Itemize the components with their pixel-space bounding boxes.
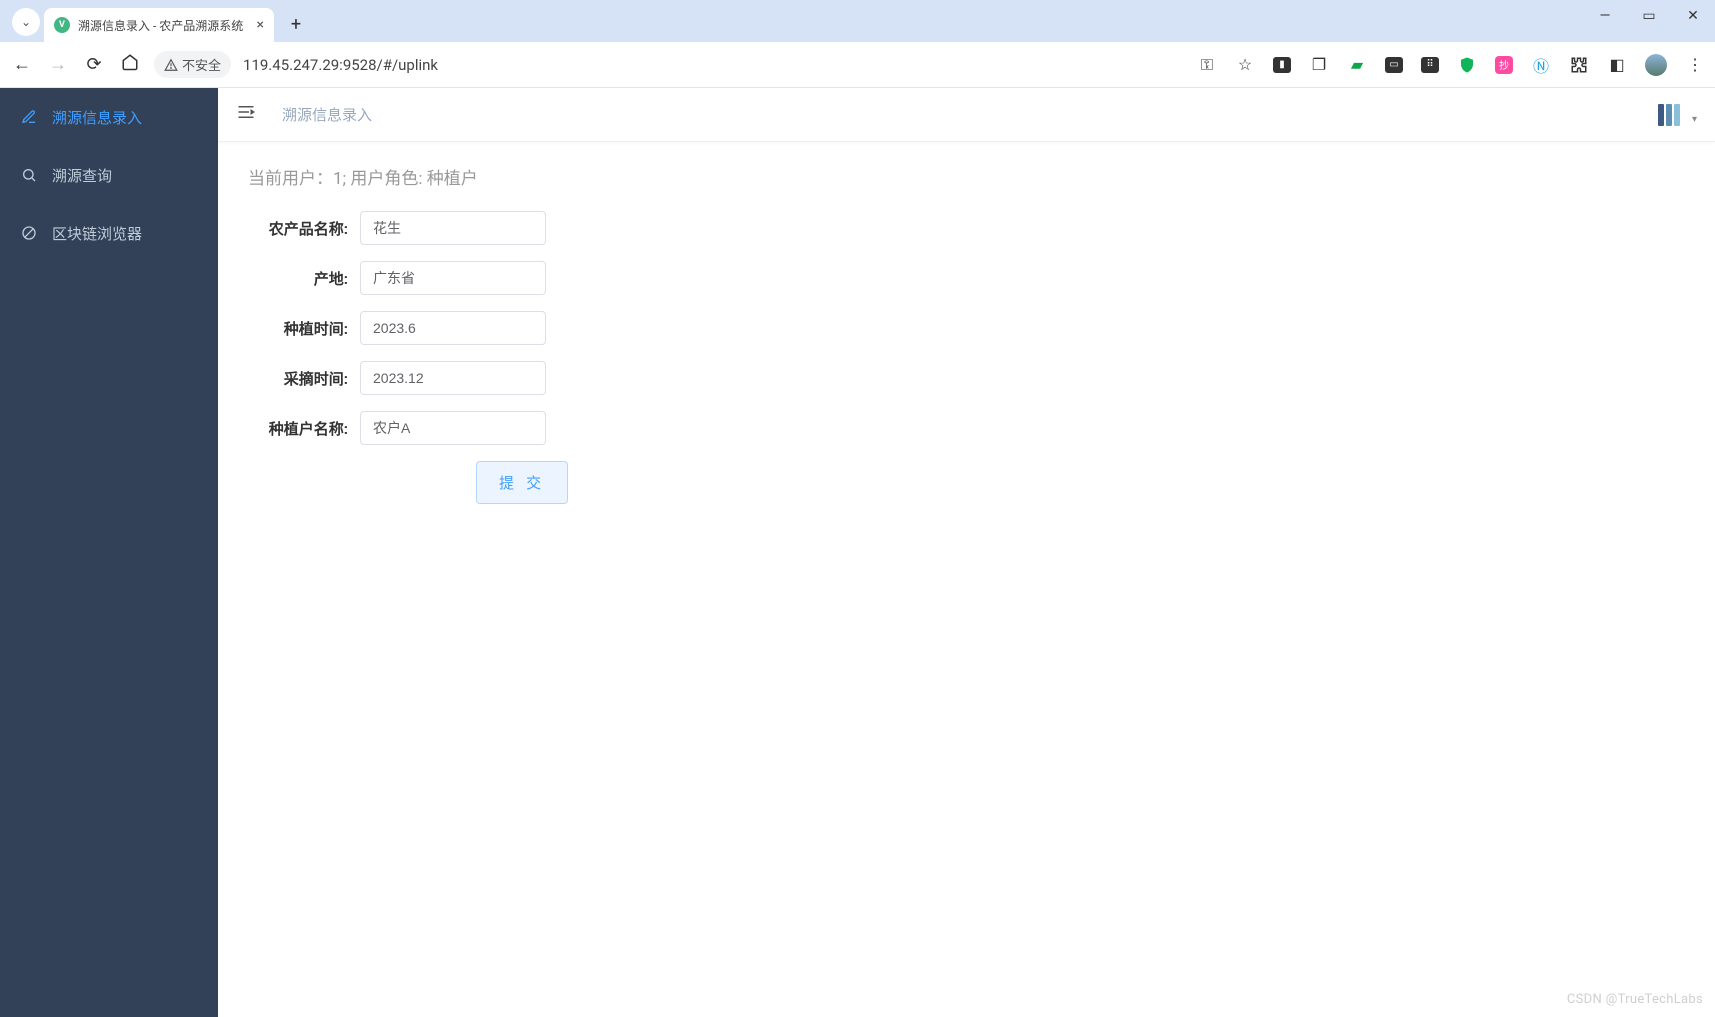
form-row-product-name: 农产品名称: [248,211,1685,245]
minimize-button[interactable]: — [1591,8,1619,24]
close-tab-icon[interactable]: × [257,17,264,33]
label-farmer-name: 种植户名称: [248,418,360,439]
security-label: 不安全 [182,55,221,74]
browser-chrome: ⌄ V 溯源信息录入 - 农产品溯源系统 × + — ▭ ✕ ← → ⟳ 不安全… [0,0,1715,88]
sidebar-item-blockchain-explorer[interactable]: 区块链浏览器 [0,204,218,262]
bookmark-star-icon[interactable]: ☆ [1235,55,1255,75]
browser-tab-active[interactable]: V 溯源信息录入 - 农产品溯源系统 × [44,8,274,42]
warning-icon [164,58,178,72]
extension-n-icon[interactable]: Ⓝ [1531,55,1551,75]
extension-pink-icon[interactable]: 抄 [1495,56,1513,74]
input-pick-time[interactable] [360,361,546,395]
side-panel-icon[interactable]: ◧ [1607,55,1627,75]
form-row-farmer-name: 种植户名称: [248,411,1685,445]
close-window-button[interactable]: ✕ [1679,8,1707,24]
caret-down-icon[interactable]: ▾ [1692,114,1697,125]
tab-title: 溯源信息录入 - 农产品溯源系统 [78,17,249,34]
kebab-menu-icon[interactable]: ⋮ [1685,55,1705,75]
security-chip[interactable]: 不安全 [154,51,231,78]
input-origin[interactable] [360,261,546,295]
extension-flag-icon[interactable]: ▰ [1347,55,1367,75]
favicon-icon: V [54,17,70,33]
address-bar: ← → ⟳ 不安全 119.45.247.29:9528/#/uplink ⚿ … [0,42,1715,88]
url-text[interactable]: 119.45.247.29:9528/#/uplink [243,56,1185,74]
submit-button[interactable]: 提 交 [476,461,568,504]
label-origin: 产地: [248,268,360,289]
input-plant-time[interactable] [360,311,546,345]
tab-search-dropdown[interactable]: ⌄ [12,8,40,36]
sidebar: 溯源信息录入 溯源查询 区块链浏览器 [0,88,218,1017]
label-plant-time: 种植时间: [248,318,360,339]
key-icon[interactable]: ⚿ [1197,55,1217,75]
sidebar-item-query[interactable]: 溯源查询 [0,146,218,204]
hamburger-toggle-icon[interactable] [236,103,256,126]
adblock-shield-icon[interactable] [1457,55,1477,75]
ban-icon [20,224,38,242]
topbar: 溯源信息录入 ▾ [218,88,1715,142]
new-tab-button[interactable]: + [282,10,310,38]
edit-icon [20,108,38,126]
form-row-plant-time: 种植时间: [248,311,1685,345]
back-button[interactable]: ← [10,54,34,75]
forward-button[interactable]: → [46,54,70,75]
sidebar-item-label: 区块链浏览器 [52,223,142,244]
breadcrumb: 溯源信息录入 [282,104,372,125]
extension-1-icon[interactable]: ▮ [1273,57,1291,73]
form-actions: 提 交 [248,461,1685,504]
home-button[interactable] [118,53,142,76]
extension-card-icon[interactable]: ▭ [1385,57,1403,73]
extension-dots-icon[interactable]: ⠿ [1421,57,1439,73]
browser-toolbar-right: ⚿ ☆ ▮ ❐ ▰ ▭ ⠿ 抄 Ⓝ ◧ ⋮ [1197,54,1705,76]
current-user-info: 当前用户：1; 用户角色: 种植户 [248,164,1685,189]
window-controls: — ▭ ✕ [1591,8,1707,24]
extensions-puzzle-icon[interactable] [1569,55,1589,75]
label-product-name: 农产品名称: [248,218,360,239]
main-area: 溯源信息录入 ▾ 当前用户：1; 用户角色: 种植户 农产品名称: 产地: 种植… [218,88,1715,1017]
sidebar-item-label: 溯源查询 [52,165,112,186]
sidebar-item-uplink[interactable]: 溯源信息录入 [0,88,218,146]
app-root: 溯源信息录入 溯源查询 区块链浏览器 溯源信息录入 ▾ [0,88,1715,1017]
input-product-name[interactable] [360,211,546,245]
profile-avatar-icon[interactable] [1645,54,1667,76]
topbar-right: ▾ [1658,104,1697,126]
content: 当前用户：1; 用户角色: 种植户 农产品名称: 产地: 种植时间: 采摘时间:… [218,142,1715,526]
sidebar-item-label: 溯源信息录入 [52,107,142,128]
maximize-button[interactable]: ▭ [1635,8,1663,24]
search-icon [20,166,38,184]
label-pick-time: 采摘时间: [248,368,360,389]
input-farmer-name[interactable] [360,411,546,445]
extension-copy-icon[interactable]: ❐ [1309,55,1329,75]
form-row-origin: 产地: [248,261,1685,295]
tab-bar: ⌄ V 溯源信息录入 - 农产品溯源系统 × + — ▭ ✕ [0,0,1715,42]
chevron-down-icon: ⌄ [21,15,31,29]
form-row-pick-time: 采摘时间: [248,361,1685,395]
reload-button[interactable]: ⟳ [82,54,106,75]
user-avatar-icon[interactable] [1658,104,1680,126]
